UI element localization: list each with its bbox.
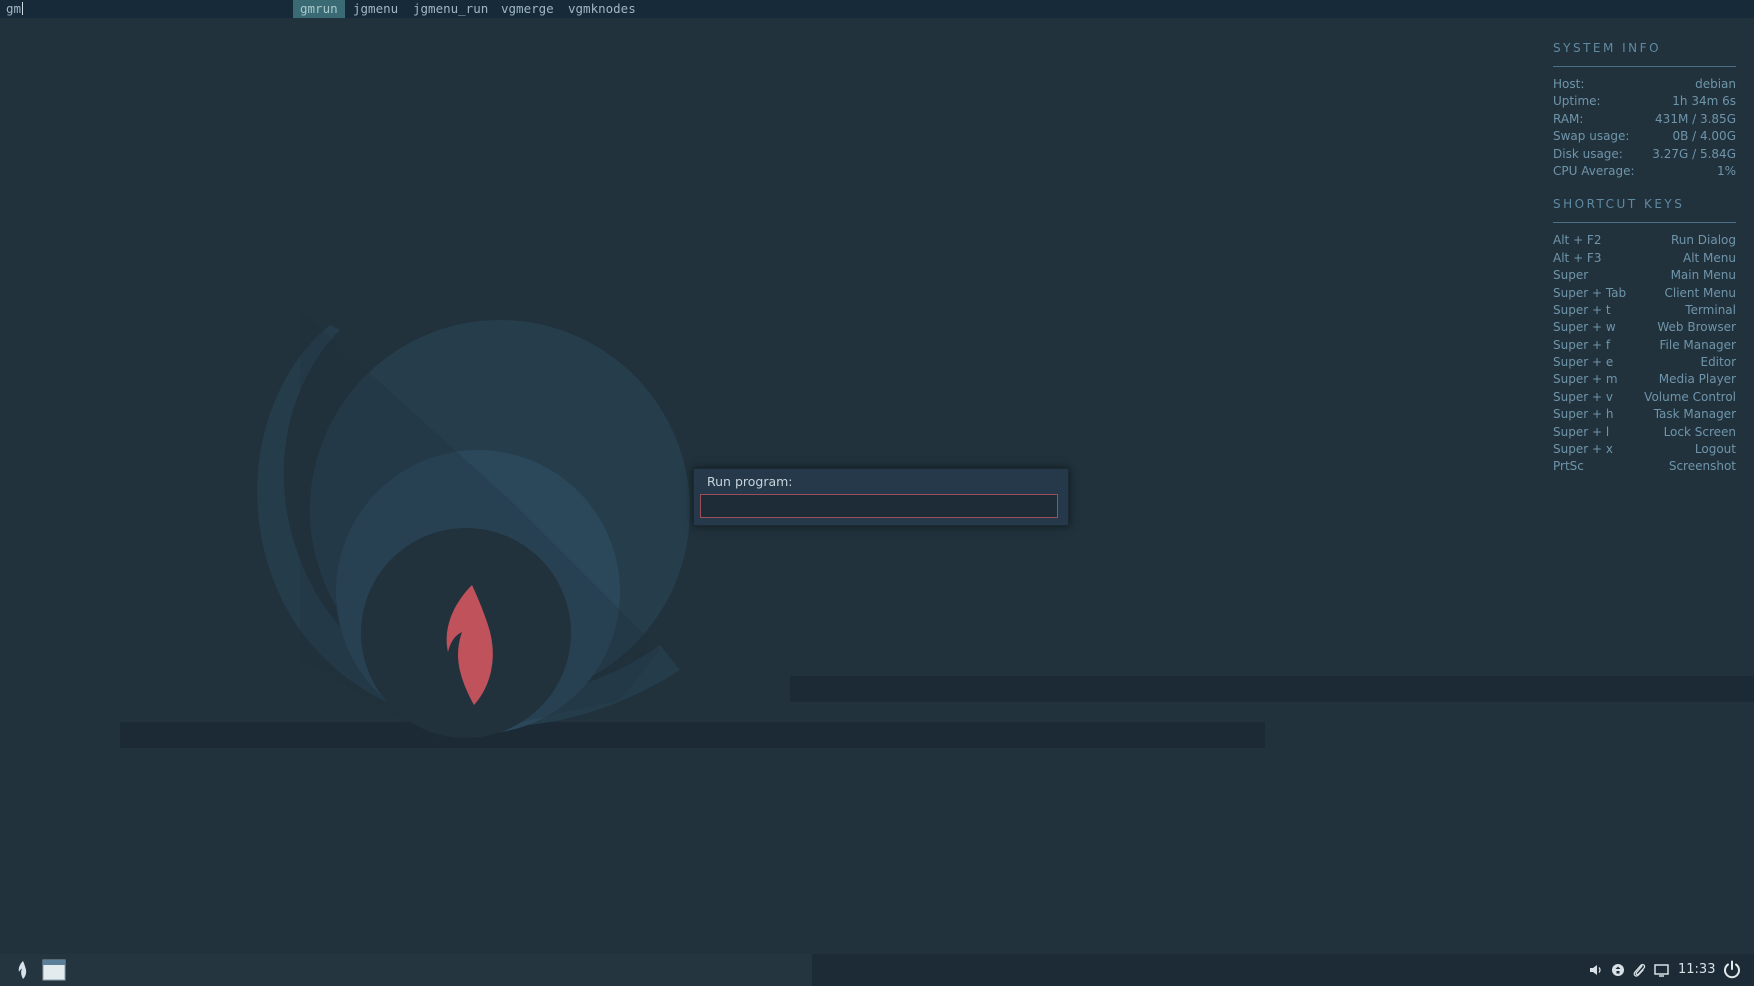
shortcut-action: Client Menu [1664,285,1736,300]
shortcut-action: Web Browser [1657,320,1736,335]
info-key: Uptime: [1553,94,1601,109]
wallpaper-shade [790,676,1754,702]
shortcut-action: Volume Control [1644,389,1736,404]
run-program-label: Run program: [707,474,793,489]
volume-icon[interactable] [1586,954,1606,986]
flame-menu-icon-glyph [18,961,27,979]
shortcut-row: Alt + F2 Run Dialog [1553,232,1736,249]
info-row: Swap usage: 0B / 4.00G [1553,128,1736,145]
shortcut-key: Super + m [1553,372,1618,387]
info-value: debian [1695,77,1736,91]
flame-menu-icon[interactable] [12,954,34,986]
shortcut-row: Super + l Lock Screen [1553,424,1736,441]
info-row: Host: debian [1553,76,1736,93]
shortcut-keys-title: SHORTCUT KEYS [1553,197,1685,212]
shortcut-row: Alt + F3 Alt Menu [1553,250,1736,267]
shortcut-action: Screenshot [1668,459,1736,474]
shortcut-key: Alt + F3 [1553,250,1602,265]
display-glyph [1653,963,1669,977]
shortcut-key: Super + l [1553,424,1610,439]
display-icon[interactable] [1650,954,1672,986]
shortcut-action: Run Dialog [1670,233,1736,248]
power-icon[interactable] [1719,954,1745,986]
shortcut-row: Super + m Media Player [1553,371,1736,388]
info-row: Disk usage: 3.27G / 5.84G [1553,146,1736,163]
divider [1553,222,1736,224]
shortcut-row: Super + h Task Manager [1553,406,1736,423]
paperclip-glyph [1633,963,1646,977]
clock[interactable]: 11:33 [1678,954,1715,986]
shortcut-row: Super + x Logout [1553,441,1736,458]
run-program-input[interactable] [700,494,1058,518]
info-value: 1% [1716,163,1736,178]
shortcut-action: Main Menu [1670,268,1736,283]
info-value: 1h 34m 6s [1672,94,1736,109]
shortcut-key: Alt + F2 [1553,233,1602,248]
shortcut-action: Lock Screen [1663,424,1736,439]
system-info-title: SYSTEM INFO [1553,41,1662,55]
dmenu-item-jgmenu[interactable]: jgmenu [346,0,405,18]
divider [1553,66,1736,67]
power-glyph [1724,960,1740,979]
window-task-glyph [42,959,66,981]
shortcut-row: Super + f File Manager [1553,337,1736,354]
shortcut-row: Super + Tab Client Menu [1553,285,1736,302]
dmenu-input[interactable]: gm [6,0,24,18]
shortcut-row: Super + e Editor [1553,354,1736,371]
bottom-panel: 11:33 [0,954,1754,986]
shortcut-action: Editor [1700,355,1736,370]
info-key: RAM: [1553,111,1584,126]
run-program-dialog: Run program: [693,468,1069,526]
info-value: 0B / 4.00G [1672,129,1736,144]
shortcut-key: Super + x [1553,442,1613,457]
shortcut-row: Super + t Terminal [1553,302,1736,319]
shortcut-action: Alt Menu [1682,250,1736,265]
shortcut-action: File Manager [1659,337,1737,352]
dmenu-item-vgmerge[interactable]: vgmerge [494,0,561,18]
shortcut-key: Super [1553,268,1589,283]
shortcut-key: PrtSc [1553,459,1584,474]
shortcut-action: Terminal [1685,302,1736,317]
window-task-icon[interactable] [40,954,68,986]
shortcut-key: Super + f [1553,337,1611,352]
dmenu-item-gmrun[interactable]: gmrun [293,0,345,18]
shortcut-key: Super + e [1553,355,1614,370]
info-value: 3.27G / 5.84G [1652,146,1736,161]
taskbar [0,954,812,986]
info-row: RAM: 431M / 3.85G [1553,111,1736,128]
shortcut-action: Task Manager [1653,407,1736,422]
info-key: CPU Average: [1553,163,1635,178]
system-info-list: Host: debian Uptime: 1h 34m 6s RAM: 431M / … [1553,76,1736,180]
dmenu-bar: gm gmrun jgmenu jgmenu_run vgmerge vgmkn… [0,0,1754,18]
info-key: Host: [1553,77,1585,91]
shortcut-key: Super + h [1553,407,1614,422]
bunsenlabs-logo [257,310,690,740]
volume-glyph [1590,965,1601,975]
network-glyph [1612,964,1624,976]
conky-widget: SYSTEM INFO Host: debian Uptime: 1h 34m 6s… [1553,40,1736,476]
shortcut-row: Super Main Menu [1553,267,1736,284]
shortcut-list: Alt + F2 Run Dialog Alt + F3 Alt Menu Supe… [1553,232,1736,475]
shortcut-row: PrtSc Screenshot [1553,458,1736,475]
desktop: gm gmrun jgmenu jgmenu_run vgmerge vgmkn… [0,0,1754,986]
shortcut-row: Super + w Web Browser [1553,319,1736,336]
shortcut-action: Media Player [1658,372,1736,387]
dmenu-item-vgmknodes[interactable]: vgmknodes [561,0,643,18]
info-key: Swap usage: [1553,129,1630,144]
shortcut-key: Super + w [1553,320,1616,335]
shortcut-key: Super + t [1553,302,1611,317]
shortcut-action: Logout [1694,442,1736,457]
info-row: Uptime: 1h 34m 6s [1553,93,1736,110]
clipboard-icon[interactable] [1629,954,1649,986]
text-cursor [22,2,24,15]
dmenu-item-jgmenu-run[interactable]: jgmenu_run [406,0,495,18]
network-icon[interactable] [1608,954,1628,986]
shortcut-row: Super + v Volume Control [1553,389,1736,406]
info-key: Disk usage: [1553,146,1623,161]
shortcut-key: Super + Tab [1553,285,1627,300]
info-row: CPU Average: 1% [1553,163,1736,180]
info-value: 431M / 3.85G [1655,111,1736,126]
shortcut-key: Super + v [1553,389,1613,404]
